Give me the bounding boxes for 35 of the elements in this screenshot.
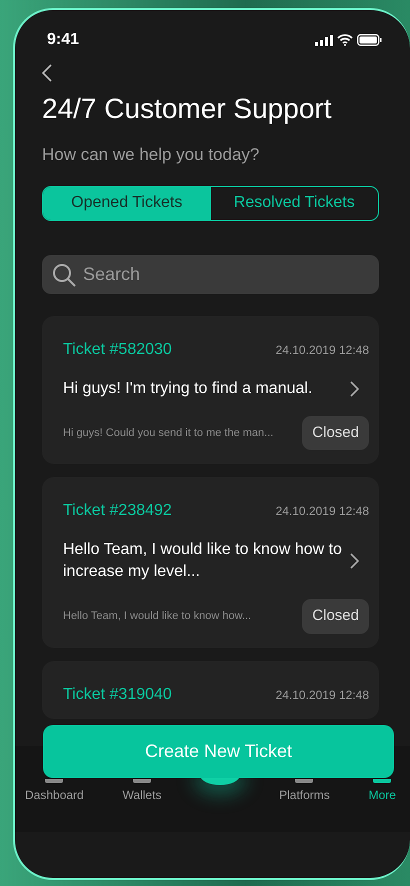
tab[interactable]: Opened Tickets xyxy=(43,186,210,220)
tab[interactable]: Resolved Tickets xyxy=(210,186,378,220)
nav-icon xyxy=(295,778,314,782)
ticket-subject: Hello Team, I would like to know how to increase my level... xyxy=(63,540,343,582)
chevron-right-icon xyxy=(350,553,359,569)
ticket-number: Ticket #238492 xyxy=(63,501,172,521)
ticket-date: 24.10.2019 12:48 xyxy=(276,503,369,520)
ticket-card[interactable]: Ticket #238492 24.10.2019 12:48 Hello Team, I would like to know how to increase my level... Hello Team, I would like to know how... Closed xyxy=(42,477,379,648)
ticket-card[interactable]: Ticket #582030 24.10.2019 12:48 Hi guys! I'm trying to find a manual. Hi guys! Could you send it to me the man... Closed xyxy=(42,316,379,464)
ticket-card[interactable]: Ticket #319040 24.10.2019 12:48 xyxy=(42,660,379,718)
ticket-date: 24.10.2019 12:48 xyxy=(276,686,369,704)
ticket-preview: Hi guys! Could you send it to me the man... xyxy=(63,426,274,440)
nav-icon xyxy=(133,778,151,782)
page-title: 24/7 Customer Support xyxy=(42,92,332,126)
status-time: 9:41 xyxy=(47,30,80,50)
battery-icon xyxy=(357,34,382,46)
nav-item[interactable]: Dashboard xyxy=(25,778,84,804)
ticket-date: 24.10.2019 12:48 xyxy=(276,342,369,358)
nav-item[interactable]: Wallets xyxy=(122,778,162,804)
status-tag: Closed xyxy=(302,599,369,634)
nav-icon xyxy=(45,778,64,782)
nav-icon xyxy=(373,778,392,782)
ticket-number: Ticket #319040 xyxy=(63,684,172,704)
wifi-icon xyxy=(337,34,353,46)
ticket-number: Ticket #582030 xyxy=(63,340,172,360)
status-tag: Closed xyxy=(302,416,369,450)
chevron-right-icon xyxy=(350,380,359,396)
nav-item[interactable]: Platforms xyxy=(279,778,330,804)
back-icon[interactable] xyxy=(42,64,52,82)
signal-icon xyxy=(315,34,333,46)
search-field[interactable]: Search xyxy=(42,254,379,294)
page-subtitle: How can we help you today? xyxy=(42,144,260,166)
nav-item[interactable]: More xyxy=(368,778,396,804)
ticket-subject: Hi guys! I'm trying to find a manual. xyxy=(63,378,312,398)
ticket-preview: Hello Team, I would like to know how... xyxy=(63,609,252,624)
